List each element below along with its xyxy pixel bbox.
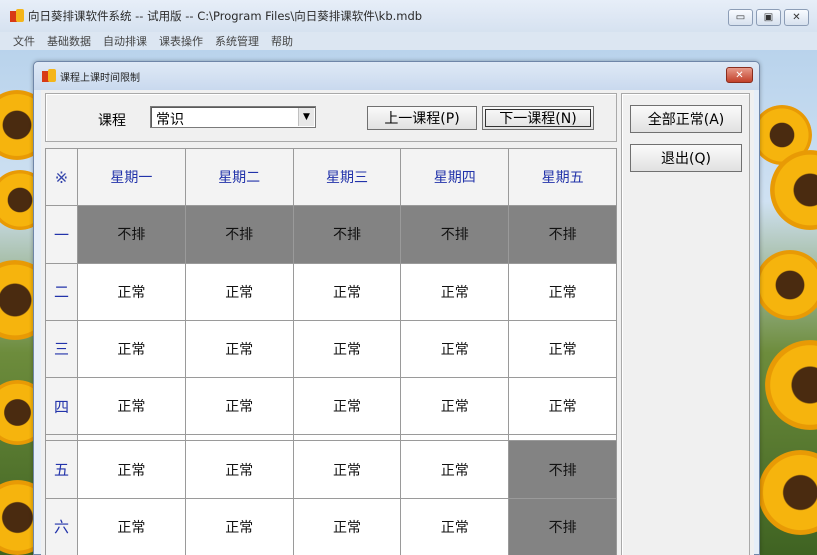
menu-auto-schedule[interactable]: 自动排课 <box>103 33 147 49</box>
row-header: 三 <box>45 319 78 379</box>
action-panel: 全部正常(A) 退出(Q) <box>621 93 750 555</box>
grid-cell[interactable]: 正常 <box>400 319 510 379</box>
app-icon <box>10 9 24 23</box>
prev-course-button[interactable]: 上一课程(P) <box>367 106 477 130</box>
grid-cell[interactable]: 不排 <box>508 497 617 555</box>
table-row: 六 正常 正常 正常 正常 不排 <box>45 497 617 555</box>
grid-cell[interactable]: 正常 <box>77 319 186 379</box>
grid-cell[interactable]: 正常 <box>77 377 186 436</box>
dialog-title: 课程上课时间限制 <box>60 72 140 84</box>
grid-corner: ※ <box>45 147 78 207</box>
menu-basic-data[interactable]: 基础数据 <box>47 33 91 49</box>
grid-cell[interactable]: 正常 <box>292 497 402 555</box>
grid-cell[interactable]: 正常 <box>400 497 510 555</box>
grid-cell[interactable]: 不排 <box>400 205 510 264</box>
course-time-dialog: 课程上课时间限制 ✕ 课程 常识 ▼ 上一课程(P) 下一课程(N) 全部正常(… <box>33 61 760 555</box>
grid-cell[interactable]: 正常 <box>400 377 510 436</box>
grid-cell[interactable]: 正常 <box>292 377 402 436</box>
grid-cell[interactable]: 正常 <box>292 262 402 321</box>
grid-cell[interactable]: 正常 <box>77 497 186 555</box>
column-header: 星期一 <box>77 147 186 207</box>
grid-cell[interactable]: 正常 <box>77 262 186 321</box>
main-title-bar: 向日葵排课软件系统 -- 试用版 -- C:\Program Files\向日葵… <box>0 0 817 32</box>
dialog-close-button[interactable]: ✕ <box>726 67 753 83</box>
grid-cell[interactable]: 正常 <box>184 377 294 436</box>
grid-cell[interactable]: 正常 <box>184 319 294 379</box>
column-header: 星期二 <box>184 147 294 207</box>
table-row: 四 正常 正常 正常 正常 正常 <box>45 377 617 436</box>
grid-cell[interactable]: 不排 <box>508 205 617 264</box>
grid-cell[interactable]: 正常 <box>184 497 294 555</box>
grid-cell[interactable]: 不排 <box>292 205 402 264</box>
row-header: 四 <box>45 377 78 436</box>
menu-bar: 文件 基础数据 自动排课 课表操作 系统管理 帮助 <box>0 32 817 50</box>
close-button[interactable]: ✕ <box>784 9 809 26</box>
table-row: 三 正常 正常 正常 正常 正常 <box>45 319 617 379</box>
grid-cell[interactable]: 不排 <box>77 205 186 264</box>
grid-cell[interactable]: 正常 <box>508 262 617 321</box>
grid-cell[interactable]: 正常 <box>508 377 617 436</box>
course-select[interactable]: 常识 ▼ <box>150 106 316 128</box>
grid-cell[interactable]: 正常 <box>508 319 617 379</box>
grid-cell[interactable]: 正常 <box>77 440 186 499</box>
course-selector-panel: 课程 常识 ▼ 上一课程(P) 下一课程(N) <box>45 93 617 142</box>
table-row: 一 不排 不排 不排 不排 不排 <box>45 205 617 264</box>
grid-cell[interactable]: 正常 <box>184 262 294 321</box>
column-header: 星期四 <box>400 147 510 207</box>
dialog-body: 课程 常识 ▼ 上一课程(P) 下一课程(N) 全部正常(A) 退出(Q) ※ … <box>41 90 754 555</box>
exit-button[interactable]: 退出(Q) <box>630 144 742 172</box>
grid-cell[interactable]: 不排 <box>508 440 617 499</box>
main-window-title: 向日葵排课软件系统 -- 试用版 -- C:\Program Files\向日葵… <box>28 9 423 23</box>
all-normal-button[interactable]: 全部正常(A) <box>630 105 742 133</box>
table-row: 二 正常 正常 正常 正常 正常 <box>45 262 617 321</box>
course-label: 课程 <box>98 113 126 129</box>
grid-header-row: ※ 星期一 星期二 星期三 星期四 星期五 <box>45 147 617 207</box>
chevron-down-icon[interactable]: ▼ <box>298 108 314 126</box>
row-header: 五 <box>45 440 78 499</box>
menu-system-admin[interactable]: 系统管理 <box>215 33 259 49</box>
menu-file[interactable]: 文件 <box>13 33 35 49</box>
column-header: 星期三 <box>292 147 402 207</box>
course-select-value: 常识 <box>156 112 184 128</box>
table-row: 五 正常 正常 正常 正常 不排 <box>45 440 617 499</box>
dialog-icon <box>42 69 56 83</box>
row-header: 六 <box>45 497 78 555</box>
grid-cell[interactable]: 正常 <box>184 440 294 499</box>
maximize-button[interactable]: ▣ <box>756 9 781 26</box>
grid-cell[interactable]: 正常 <box>400 440 510 499</box>
grid-cell[interactable]: 正常 <box>400 262 510 321</box>
menu-timetable-ops[interactable]: 课表操作 <box>159 33 203 49</box>
dialog-title-bar: 课程上课时间限制 <box>34 62 759 90</box>
grid-cell[interactable]: 正常 <box>292 319 402 379</box>
menu-help[interactable]: 帮助 <box>271 33 293 49</box>
column-header: 星期五 <box>508 147 617 207</box>
schedule-grid: ※ 星期一 星期二 星期三 星期四 星期五 一 不排 不排 不排 不排 不排 二… <box>45 147 617 555</box>
row-header: 一 <box>45 205 78 264</box>
grid-cell[interactable]: 不排 <box>184 205 294 264</box>
row-header: 二 <box>45 262 78 321</box>
next-course-button[interactable]: 下一课程(N) <box>482 106 594 130</box>
grid-cell[interactable]: 正常 <box>292 440 402 499</box>
minimize-button[interactable]: ▭ <box>728 9 753 26</box>
